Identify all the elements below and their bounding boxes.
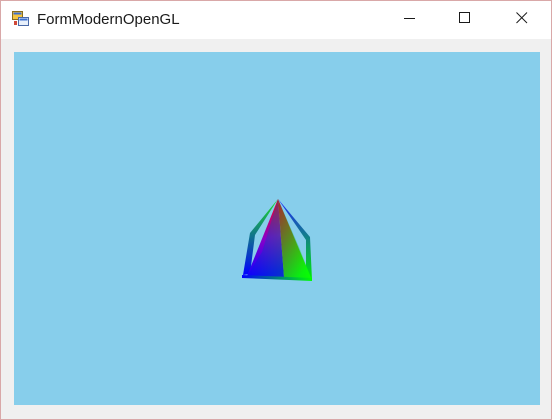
maximize-button[interactable]	[442, 1, 488, 39]
title-bar[interactable]: FormModernOpenGL	[1, 1, 551, 39]
close-icon	[516, 11, 528, 29]
app-icon	[12, 11, 30, 27]
close-button[interactable]	[499, 1, 545, 39]
minimize-button[interactable]	[387, 1, 433, 39]
window-title: FormModernOpenGL	[37, 11, 180, 28]
pyramid-face-blend	[247, 199, 312, 280]
pyramid-model	[242, 199, 312, 281]
opengl-viewport[interactable]	[14, 52, 540, 405]
maximize-icon	[459, 11, 471, 29]
scene-canvas	[242, 199, 312, 281]
app-window: FormModernOpenGL	[0, 0, 552, 420]
client-area	[1, 39, 551, 419]
minimize-icon	[404, 11, 416, 29]
